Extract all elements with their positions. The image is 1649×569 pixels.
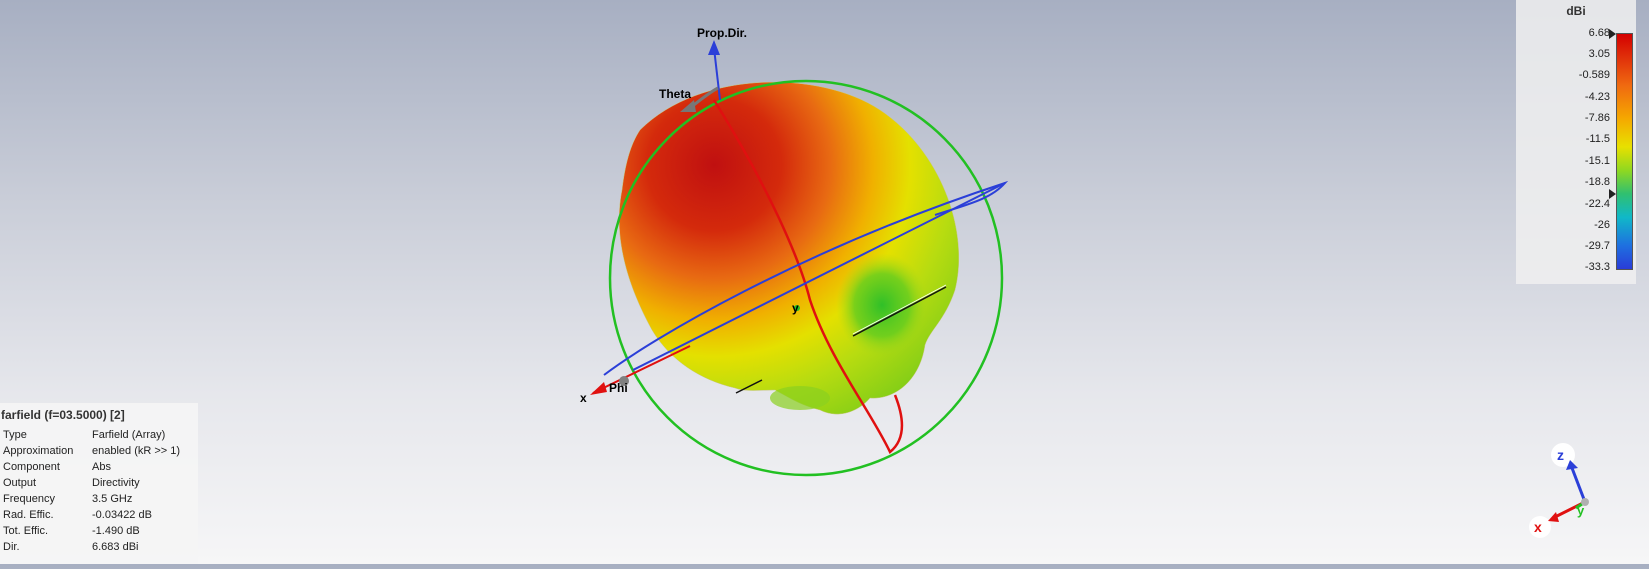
legend-tick: -26 xyxy=(1594,219,1610,231)
legend-unit: dBi xyxy=(1566,4,1586,18)
legend-min-marker[interactable] xyxy=(1609,189,1616,199)
legend-tick: 6.68 xyxy=(1588,27,1610,39)
y-axis-label: y xyxy=(792,301,799,315)
info-key: Approximation xyxy=(3,445,74,457)
prop-dir-arrowhead xyxy=(708,40,720,55)
color-scale-bar xyxy=(1616,33,1633,270)
info-value: Directivity xyxy=(92,477,140,489)
farfield-info-title: farfield (f=03.5000) [2] xyxy=(1,408,125,422)
orientation-triad[interactable]: z x y xyxy=(1529,443,1589,538)
info-value: -0.03422 dB xyxy=(92,509,152,521)
triad-x-label: x xyxy=(1534,519,1542,535)
legend-tick: -18.8 xyxy=(1584,176,1610,188)
info-value: Abs xyxy=(92,461,111,473)
prop-dir-label: Prop.Dir. xyxy=(697,26,747,40)
legend-tick: 3.05 xyxy=(1588,48,1610,60)
triad-y-label: y xyxy=(1577,503,1585,518)
info-key: Component xyxy=(3,461,60,473)
triad-z-label: z xyxy=(1557,447,1564,463)
info-key: Tot. Effic. xyxy=(3,525,49,537)
legend-tick: -33.3 xyxy=(1584,261,1610,273)
legend-tick: -15.1 xyxy=(1584,155,1610,167)
x-axis-label: x xyxy=(580,391,587,405)
info-key: Output xyxy=(3,477,37,489)
legend-tick: -11.5 xyxy=(1585,133,1610,145)
legend-max-marker[interactable] xyxy=(1609,29,1616,39)
x-axis-arrowhead xyxy=(590,382,607,395)
info-key: Dir. xyxy=(3,541,20,553)
3d-viewport[interactable]: Prop.Dir. Theta Phi x y z x y xyxy=(0,0,1649,564)
legend-tick: -4.23 xyxy=(1584,91,1610,103)
legend-tick: -22.4 xyxy=(1584,198,1610,210)
info-key: Type xyxy=(3,429,27,441)
farfield-info-panel: farfield (f=03.5000) [2] Type Farfield (… xyxy=(0,403,198,564)
color-legend: dBi 6.68 3.05 -0.589 -4.23 -7.86 -11.5 -… xyxy=(1516,0,1636,284)
legend-tick: -0.589 xyxy=(1578,69,1610,81)
info-key: Frequency xyxy=(3,493,55,505)
legend-tick: -7.86 xyxy=(1584,112,1610,124)
info-value: -1.490 dB xyxy=(92,525,140,537)
info-value: 6.683 dBi xyxy=(92,541,139,553)
info-key: Rad. Effic. xyxy=(3,509,54,521)
info-value: Farfield (Array) xyxy=(92,429,166,441)
theta-label: Theta xyxy=(659,87,691,101)
info-value: enabled (kR >> 1) xyxy=(92,445,181,457)
farfield-pattern[interactable] xyxy=(619,81,959,415)
info-value: 3.5 GHz xyxy=(92,493,133,505)
phi-label: Phi xyxy=(609,381,628,395)
legend-tick: -29.7 xyxy=(1584,240,1610,252)
